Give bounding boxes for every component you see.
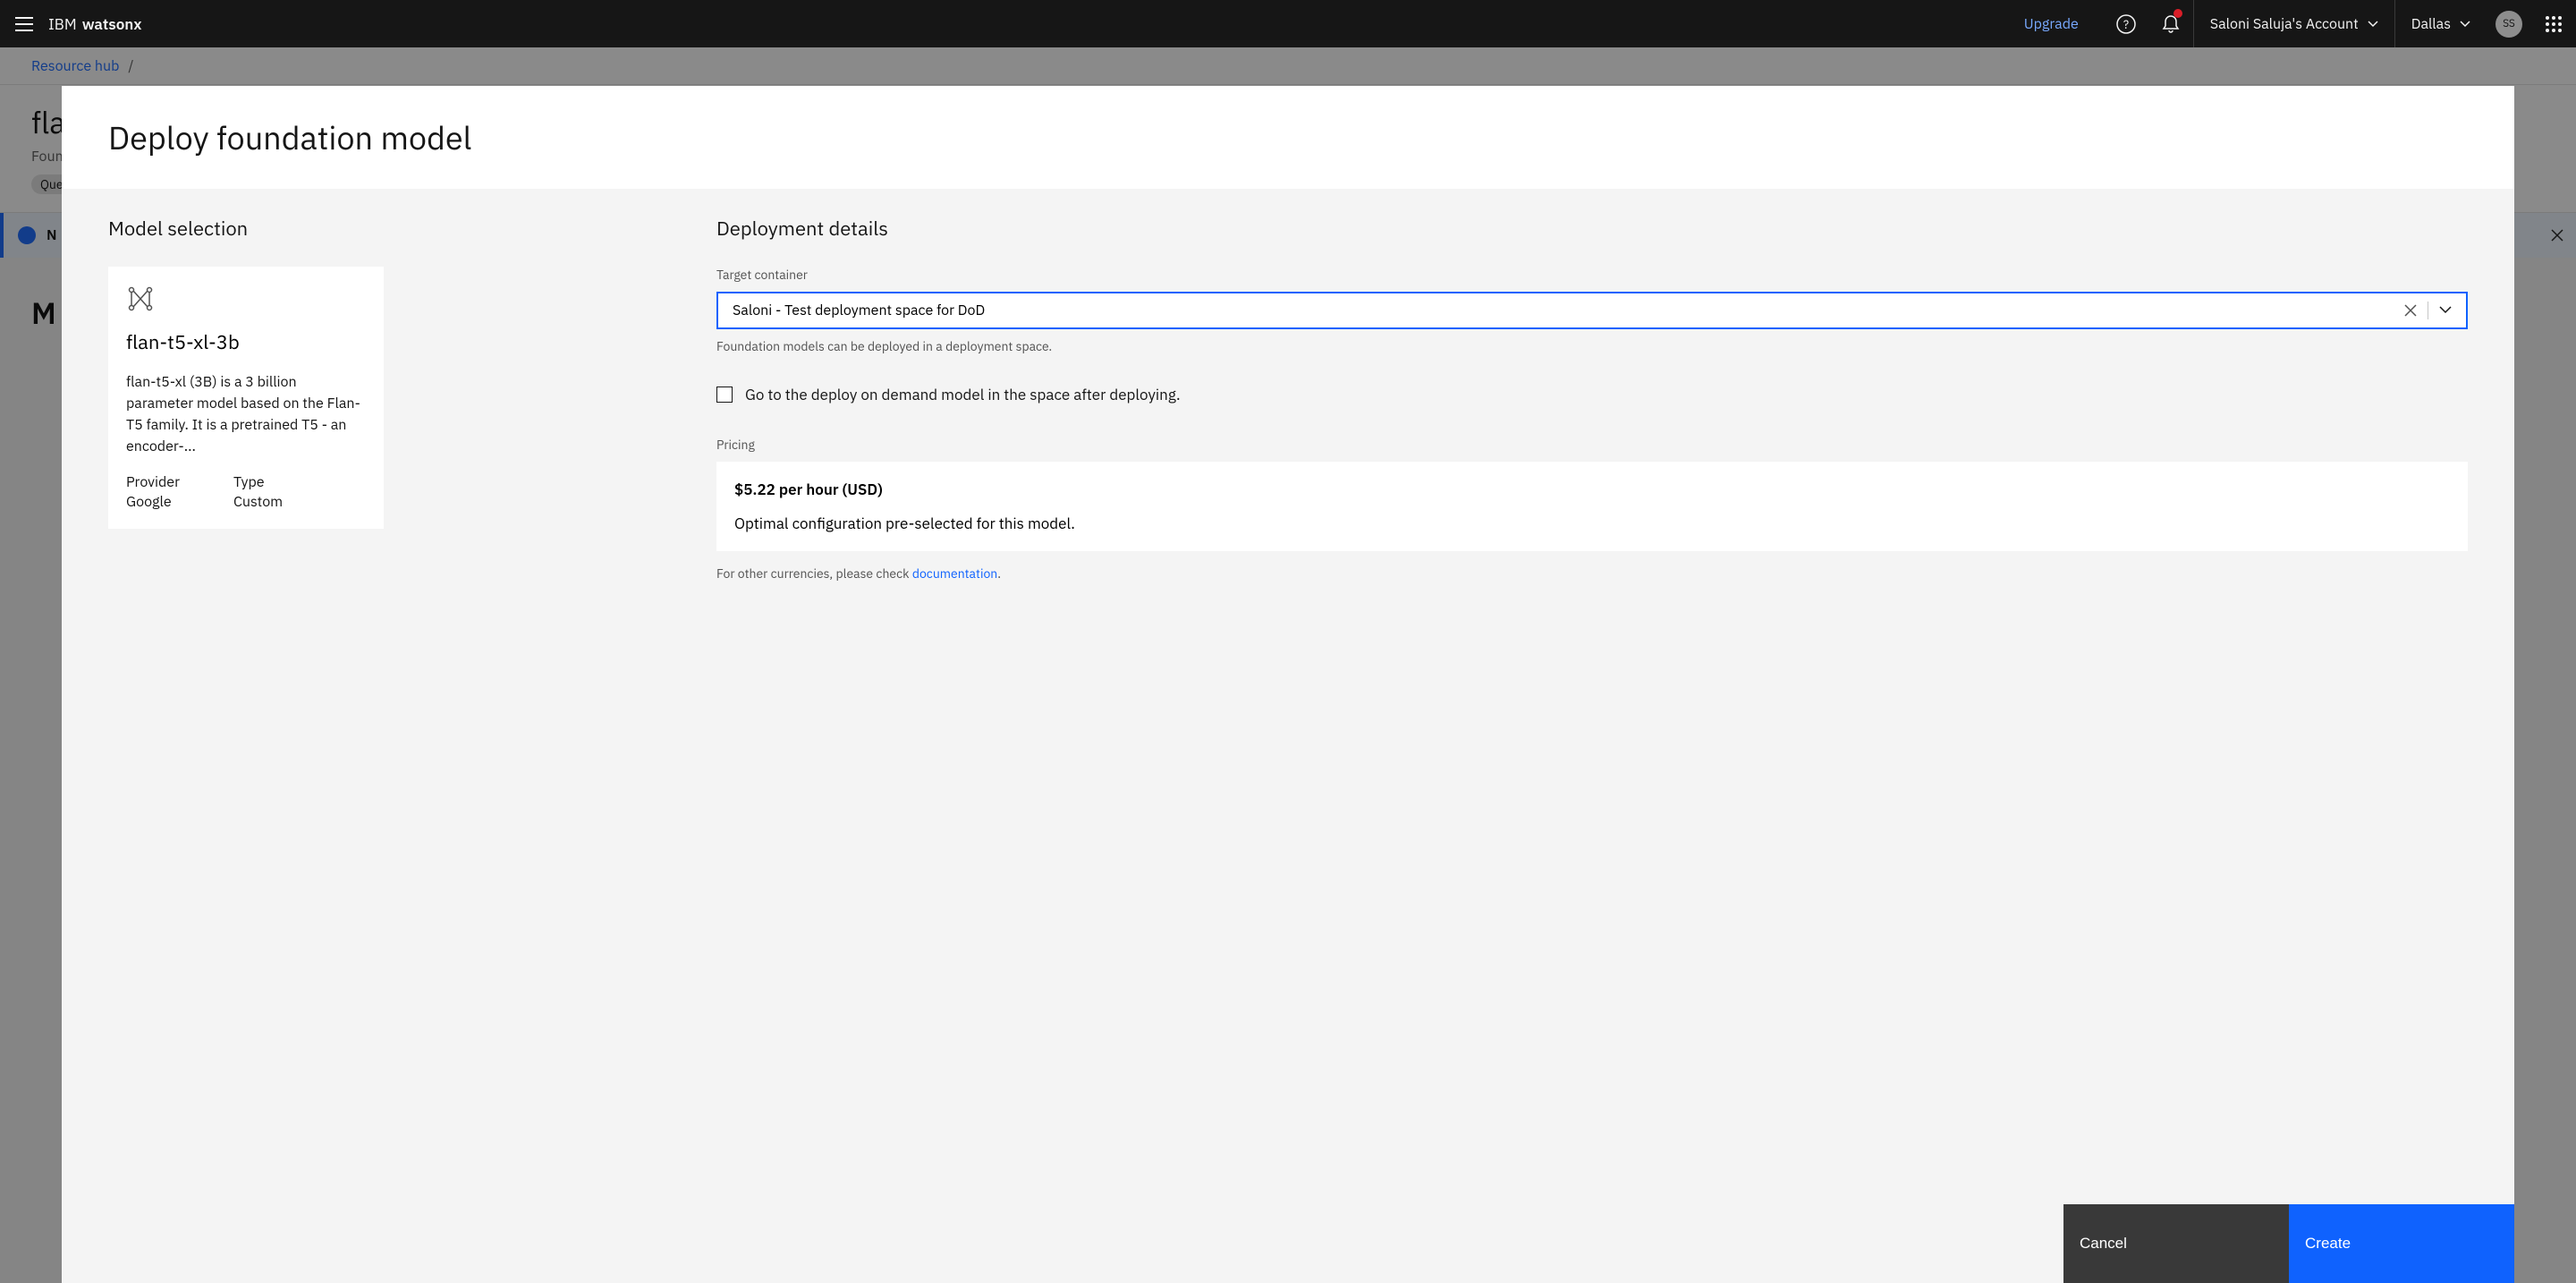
pricing-label: Pricing	[716, 437, 2468, 453]
brand[interactable]: IBM watsonx	[48, 14, 142, 34]
type-value: Custom	[233, 493, 283, 511]
target-container-hint: Foundation models can be deployed in a d…	[716, 338, 2468, 354]
account-name: Saloni Saluja's Account	[2210, 15, 2359, 33]
checkbox-label: Go to the deploy on demand model in the …	[745, 385, 1181, 404]
pricing-price: $5.22 per hour (USD)	[734, 480, 2450, 499]
model-selection-section: Model selection flan-t5-xl-3b flan-t5-xl…	[108, 216, 716, 1177]
model-icon	[126, 285, 366, 313]
chevron-down-icon	[2368, 21, 2378, 28]
checkbox-icon[interactable]	[716, 387, 733, 403]
app-switcher[interactable]	[2531, 16, 2576, 32]
brand-name: watsonx	[82, 14, 142, 34]
create-button[interactable]: Create	[2289, 1204, 2514, 1283]
deployment-details-title: Deployment details	[716, 216, 2468, 242]
pricing-note-text: For other currencies, please check	[716, 565, 912, 582]
top-header: IBM watsonx Upgrade ? Saloni Saluja's Ac…	[0, 0, 2576, 47]
avatar[interactable]: SS	[2496, 11, 2522, 38]
account-selector[interactable]: Saloni Saluja's Account	[2193, 0, 2394, 47]
target-container-label: Target container	[716, 267, 2468, 283]
pricing-period: .	[997, 565, 1001, 582]
hamburger-menu[interactable]	[0, 17, 48, 31]
hamburger-icon	[15, 17, 33, 31]
documentation-link[interactable]: documentation	[912, 565, 997, 582]
svg-text:?: ?	[2123, 17, 2129, 32]
chevron-down-icon	[2460, 21, 2470, 28]
type-label: Type	[233, 473, 283, 491]
pricing-description: Optimal configuration pre-selected for t…	[734, 514, 2450, 533]
target-container-select[interactable]: Saloni - Test deployment space for DoD	[716, 292, 2468, 329]
model-meta: Provider Google Type Custom	[126, 473, 366, 511]
help-icon: ?	[2116, 14, 2136, 34]
brand-prefix: IBM	[48, 14, 77, 34]
model-selection-title: Model selection	[108, 216, 681, 242]
provider-value: Google	[126, 493, 180, 511]
type-col: Type Custom	[233, 473, 283, 511]
grid-icon	[2546, 16, 2562, 32]
modal-body: Model selection flan-t5-xl-3b flan-t5-xl…	[62, 189, 2514, 1204]
pricing-section: Pricing $5.22 per hour (USD) Optimal con…	[716, 437, 2468, 582]
goto-checkbox-row[interactable]: Go to the deploy on demand model in the …	[716, 385, 2468, 404]
target-container-value: Saloni - Test deployment space for DoD	[733, 302, 2394, 319]
modal-footer: Cancel Create	[62, 1204, 2514, 1283]
notification-dot	[2174, 9, 2182, 18]
provider-label: Provider	[126, 473, 180, 491]
modal-header: Deploy foundation model	[62, 86, 2514, 189]
pricing-note: For other currencies, please check docum…	[716, 565, 2468, 582]
region-selector[interactable]: Dallas	[2394, 0, 2487, 47]
footer-spacer	[62, 1204, 2063, 1283]
notifications-button[interactable]	[2148, 0, 2193, 47]
upgrade-link[interactable]: Upgrade	[2024, 15, 2079, 33]
deploy-modal: Deploy foundation model Model selection …	[62, 86, 2514, 1283]
model-card[interactable]: flan-t5-xl-3b flan-t5-xl (3B) is a 3 bil…	[108, 267, 384, 529]
pricing-card: $5.22 per hour (USD) Optimal configurati…	[716, 462, 2468, 551]
model-description: flan-t5-xl (3B) is a 3 billion parameter…	[126, 371, 366, 457]
clear-icon[interactable]	[2394, 304, 2428, 317]
modal-title: Deploy foundation model	[108, 116, 2468, 158]
model-name: flan-t5-xl-3b	[126, 329, 366, 355]
region-name: Dallas	[2411, 15, 2451, 33]
deployment-details-section: Deployment details Target container Salo…	[716, 216, 2468, 1177]
cancel-button[interactable]: Cancel	[2063, 1204, 2289, 1283]
chevron-down-icon[interactable]	[2428, 306, 2452, 315]
provider-col: Provider Google	[126, 473, 180, 511]
help-button[interactable]: ?	[2104, 0, 2148, 47]
